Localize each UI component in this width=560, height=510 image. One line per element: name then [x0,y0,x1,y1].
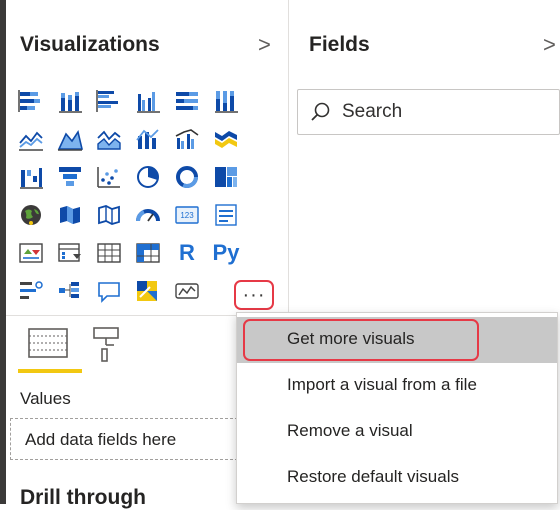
filled-map-icon[interactable] [53,200,87,230]
fields-title: Fields [309,33,370,56]
more-visuals-options-button[interactable]: ··· [234,280,274,310]
100-stacked-bar-chart-icon[interactable] [170,86,204,116]
gauge-icon[interactable] [131,200,165,230]
line-and-stacked-column-icon[interactable] [131,124,165,154]
menu-item-import-visual-from-file[interactable]: Import a visual from a file [237,363,557,409]
python-label: Py [212,240,240,265]
stacked-bar-chart-icon[interactable] [14,86,48,116]
map-icon[interactable] [14,200,48,230]
waterfall-chart-icon[interactable] [14,162,48,192]
stacked-column-chart-icon[interactable] [53,86,87,116]
ribbon-chart-icon[interactable] [209,124,243,154]
funnel-chart-icon[interactable] [53,162,87,192]
menu-item-get-more-visuals[interactable]: Get more visuals [237,317,557,363]
python-visual-icon[interactable]: Py [209,238,243,268]
search-icon [311,102,330,121]
matrix-icon[interactable] [131,238,165,268]
shape-map-icon[interactable] [92,200,126,230]
paginated-report-icon[interactable] [170,276,204,306]
menu-item-label: Import a visual from a file [287,375,477,394]
power-bi-panes: Visualizations > 123 R Py ··· Values Add… [0,0,560,509]
pie-chart-icon[interactable] [131,162,165,192]
donut-chart-icon[interactable] [170,162,204,192]
decomposition-tree-icon[interactable] [53,276,87,306]
card-icon[interactable]: 123 [170,200,204,230]
stacked-area-chart-icon[interactable] [92,124,126,154]
100-stacked-column-chart-icon[interactable] [209,86,243,116]
active-tab-indicator [18,369,82,373]
r-script-visual-icon[interactable]: R [170,238,204,268]
menu-item-restore-default-visuals[interactable]: Restore default visuals [237,455,557,501]
fields-well-tab-icon[interactable] [28,327,68,366]
menu-item-label: Restore default visuals [287,467,459,486]
line-and-clustered-column-icon[interactable] [170,124,204,154]
table-icon[interactable] [92,238,126,268]
clustered-column-chart-icon[interactable] [131,86,165,116]
search-input[interactable] [342,99,542,125]
menu-item-remove-visual[interactable]: Remove a visual [237,409,557,455]
r-script-label: R [179,240,195,265]
svg-text:123: 123 [180,211,194,220]
qa-visual-icon[interactable] [92,276,126,306]
fields-collapse-chevron-icon[interactable]: > [543,32,556,58]
slicer-icon[interactable] [53,238,87,268]
key-influencers-icon[interactable] [14,276,48,306]
clustered-bar-chart-icon[interactable] [92,86,126,116]
kpi-icon[interactable] [14,238,48,268]
fields-search-box[interactable] [297,89,560,135]
multi-row-card-icon[interactable] [209,200,243,230]
drill-through-title: Drill through [20,486,146,509]
scatter-chart-icon[interactable] [92,162,126,192]
visualizations-collapse-chevron-icon[interactable]: > [258,32,271,58]
menu-item-label: Get more visuals [287,329,415,348]
drop-well-placeholder: Add data fields here [25,430,177,449]
area-chart-icon[interactable] [53,124,87,154]
treemap-icon[interactable] [209,162,243,192]
smart-narrative-icon[interactable] [131,276,165,306]
menu-item-label: Remove a visual [287,421,413,440]
line-chart-icon[interactable] [14,124,48,154]
values-well-label: Values [20,389,71,408]
format-paint-roller-icon[interactable] [90,325,122,368]
visuals-context-menu: Get more visuals Import a visual from a … [236,312,558,504]
visualizations-title: Visualizations [20,33,160,56]
